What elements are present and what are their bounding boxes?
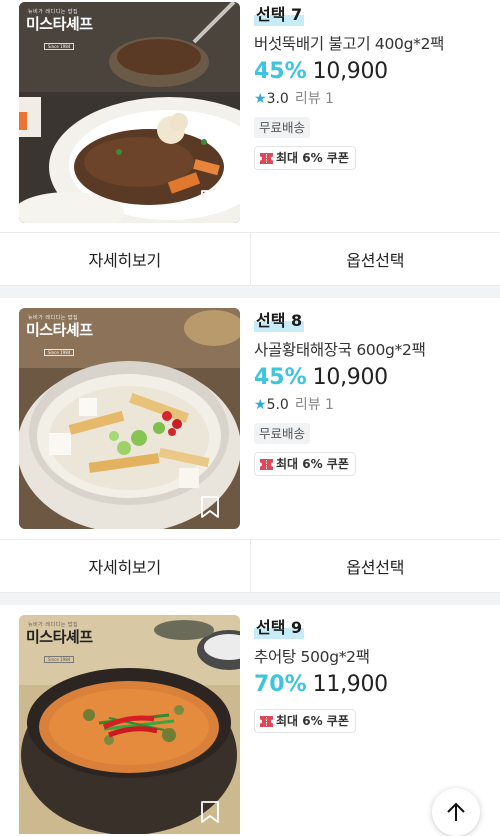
coupon-badge[interactable]: 최대 6% 쿠폰: [254, 146, 356, 170]
review-count[interactable]: 리뷰 1: [295, 91, 334, 107]
coupon-icon: [260, 716, 273, 727]
brand-logo: 뉴비가 레디디는 밥집 미스타셰프 Since 1984: [26, 8, 93, 52]
product-info-7: 선택 7 버섯뚝배기 불고기 400g*2팩 45%10,900 ★3.0 리뷰 …: [254, 0, 494, 170]
product-info-9: 선택 9 추어탕 500g*2팩 70%11,900 최대 6% 쿠폰: [254, 613, 494, 733]
detail-button[interactable]: 자세히보기: [0, 540, 250, 592]
product-8-actions: 자세히보기 옵션선택: [0, 539, 500, 593]
free-shipping-chip: 무료배송: [254, 423, 310, 444]
price: 10,900: [313, 59, 388, 84]
discount-rate: 70%: [254, 672, 307, 697]
bookmark-icon[interactable]: [200, 190, 220, 212]
option-select-button[interactable]: 옵션선택: [250, 233, 500, 285]
price: 11,900: [313, 672, 388, 697]
product-card-7[interactable]: 뉴비가 레디디는 밥집 미스타셰프 Since 1984 선택 7 버섯뚝배기 …: [0, 0, 500, 232]
product-7-actions: 자세히보기 옵션선택: [0, 232, 500, 286]
coupon-badge[interactable]: 최대 6% 쿠폰: [254, 452, 356, 476]
bookmark-icon[interactable]: [200, 496, 220, 518]
brand-logo: 뉴비가 레디디는 밥집 미스타셰프 Since 1984: [26, 621, 93, 665]
option-select-button[interactable]: 옵션선택: [250, 540, 500, 592]
coupon-icon: [260, 153, 273, 164]
product-card-8[interactable]: 뉴비가 레디디는 밥집 미스타셰프 Since 1984 선택 8 사골황태해장…: [0, 306, 500, 538]
free-shipping-chip: 무료배송: [254, 117, 310, 138]
detail-button[interactable]: 자세히보기: [0, 233, 250, 285]
discount-rate: 45%: [254, 59, 307, 84]
product-image-8[interactable]: 뉴비가 레디디는 밥집 미스타셰프 Since 1984: [19, 308, 240, 529]
option-badge: 선택 7: [254, 4, 304, 26]
product-image-9[interactable]: 뉴비가 레디디는 밥집 미스타셰프 Since 1984: [19, 615, 240, 834]
section-divider: [0, 286, 500, 298]
rating-value: 3.0: [267, 91, 289, 107]
discount-rate: 45%: [254, 365, 307, 390]
section-divider: [0, 593, 500, 605]
coupon-badge[interactable]: 최대 6% 쿠폰: [254, 709, 356, 733]
star-icon: ★: [254, 397, 267, 413]
option-badge: 선택 8: [254, 310, 304, 332]
product-info-8: 선택 8 사골황태해장국 600g*2팩 45%10,900 ★5.0리뷰 1 …: [254, 306, 494, 476]
option-badge: 선택 9: [254, 617, 304, 639]
rating-value: 5.0: [267, 397, 289, 413]
product-title[interactable]: 버섯뚝배기 불고기 400g*2팩: [254, 34, 494, 55]
price: 10,900: [313, 365, 388, 390]
star-icon: ★: [254, 91, 267, 107]
review-count[interactable]: 리뷰 1: [295, 397, 334, 413]
product-list-page: 뉴비가 레디디는 밥집 미스타셰프 Since 1984 선택 7 버섯뚝배기 …: [0, 0, 500, 834]
product-card-9[interactable]: 뉴비가 레디디는 밥집 미스타셰프 Since 1984 선택 9 추어탕 50…: [0, 613, 500, 834]
product-title[interactable]: 추어탕 500g*2팩: [254, 647, 494, 668]
scroll-to-top-button[interactable]: [432, 788, 480, 836]
product-title[interactable]: 사골황태해장국 600g*2팩: [254, 340, 494, 361]
coupon-icon: [260, 459, 273, 470]
bookmark-icon[interactable]: [200, 801, 220, 823]
product-image-7[interactable]: 뉴비가 레디디는 밥집 미스타셰프 Since 1984: [19, 2, 240, 223]
brand-logo: 뉴비가 레디디는 밥집 미스타셰프 Since 1984: [26, 314, 93, 358]
arrow-up-icon: [445, 801, 467, 823]
